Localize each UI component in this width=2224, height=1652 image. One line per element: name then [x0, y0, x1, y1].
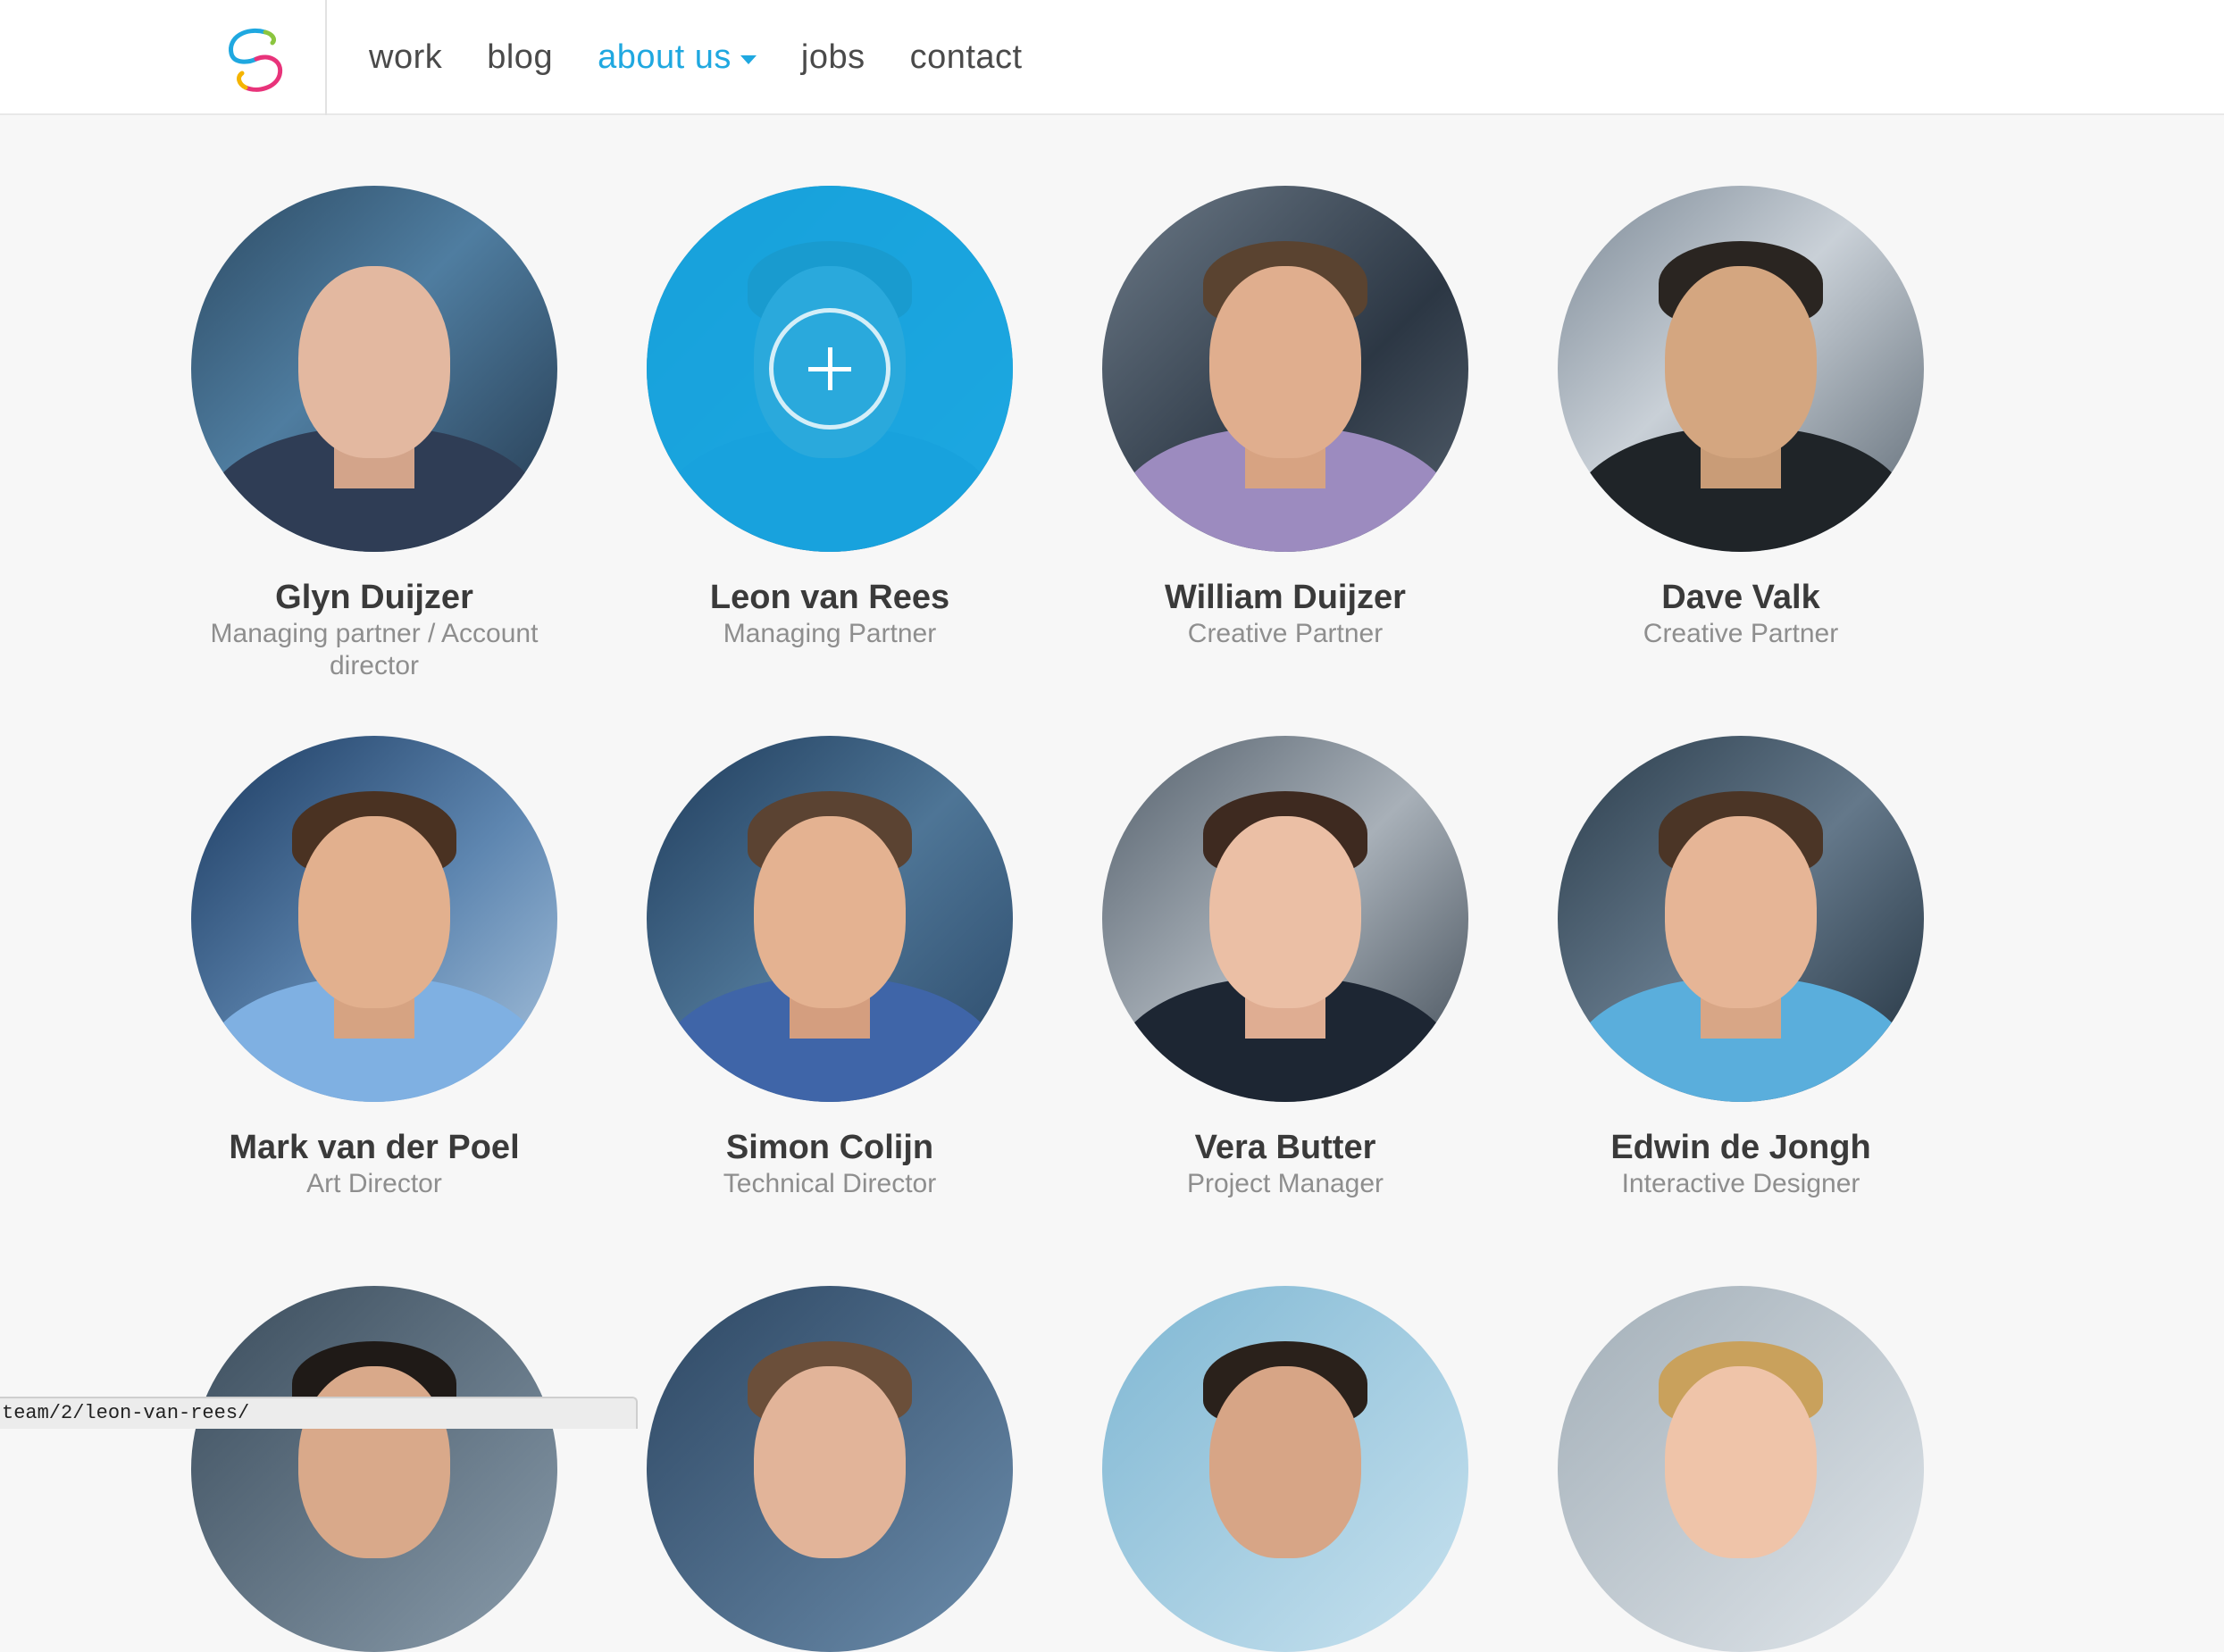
nav-item-work[interactable]: work: [369, 38, 442, 77]
member-role: Art Director: [306, 1169, 442, 1198]
avatar[interactable]: [647, 736, 1013, 1102]
nav-item-contact[interactable]: contact: [910, 38, 1023, 77]
avatar[interactable]: [1558, 1286, 1924, 1652]
header-divider: [325, 0, 327, 115]
team-member-card[interactable]: [1553, 1286, 1928, 1652]
avatar[interactable]: [1558, 736, 1924, 1102]
nav-item-jobs[interactable]: jobs: [801, 38, 865, 77]
member-role: Project Manager: [1186, 1169, 1384, 1198]
team-member-card[interactable]: Vera Butter Project Manager: [1098, 736, 1473, 1200]
nav-item-about-us[interactable]: about us: [598, 38, 757, 77]
main-nav: work blog about us jobs contact: [369, 0, 1067, 115]
team-member-card[interactable]: [187, 1286, 562, 1652]
team-member-card[interactable]: Dave Valk Creative Partner: [1553, 186, 1928, 650]
member-role: Creative Partner: [1643, 619, 1839, 648]
team-member-card[interactable]: Leon van Rees Managing Partner: [642, 186, 1017, 650]
avatar[interactable]: [1102, 1286, 1468, 1652]
member-role: Technical Director: [723, 1169, 937, 1198]
chevron-down-icon: [740, 54, 757, 64]
team-member-card[interactable]: [1098, 1286, 1473, 1652]
team-member-card[interactable]: Edwin de Jongh Interactive Designer: [1553, 736, 1928, 1200]
avatar[interactable]: [191, 186, 557, 552]
member-role: Interactive Designer: [1621, 1169, 1860, 1198]
link-status-bar: team/2/leon-van-rees/: [0, 1397, 638, 1429]
avatar[interactable]: [191, 1286, 557, 1652]
team-member-card[interactable]: [642, 1286, 1017, 1652]
member-name: Leon van Rees: [709, 579, 950, 616]
avatar[interactable]: [1558, 186, 1924, 552]
member-name: Glyn Duijzer: [275, 579, 473, 616]
member-name: William Duijzer: [1165, 579, 1406, 616]
member-role: Managing partner / Account director: [210, 619, 539, 680]
member-name: Mark van der Poel: [229, 1129, 520, 1166]
nav-item-label: about us: [598, 38, 732, 76]
team-member-card[interactable]: Simon Colijn Technical Director: [642, 736, 1017, 1200]
nav-item-label: blog: [487, 38, 554, 76]
member-role: Creative Partner: [1187, 619, 1384, 648]
member-name: Edwin de Jongh: [1610, 1129, 1871, 1166]
plus-icon[interactable]: [769, 308, 890, 430]
team-member-card[interactable]: William Duijzer Creative Partner: [1098, 186, 1473, 650]
swirl-logo-icon[interactable]: [219, 23, 294, 98]
team-grid: Glyn Duijzer Managing partner / Account …: [0, 115, 2224, 1652]
site-header: work blog about us jobs contact: [0, 0, 2224, 115]
team-member-card[interactable]: Glyn Duijzer Managing partner / Account …: [187, 186, 562, 682]
member-name: Simon Colijn: [725, 1129, 934, 1166]
nav-item-label: jobs: [800, 38, 865, 76]
member-name: Dave Valk: [1661, 579, 1820, 616]
member-role: Managing Partner: [723, 619, 937, 648]
team-member-card[interactable]: Mark van der Poel Art Director: [187, 736, 562, 1200]
nav-item-blog[interactable]: blog: [487, 38, 553, 77]
avatar[interactable]: [191, 736, 557, 1102]
nav-item-label: work: [369, 38, 443, 76]
avatar[interactable]: [1102, 736, 1468, 1102]
member-name: Vera Butter: [1194, 1129, 1376, 1166]
nav-item-label: contact: [909, 38, 1023, 76]
avatar[interactable]: [1102, 186, 1468, 552]
avatar[interactable]: [647, 1286, 1013, 1652]
avatar[interactable]: [647, 186, 1013, 552]
